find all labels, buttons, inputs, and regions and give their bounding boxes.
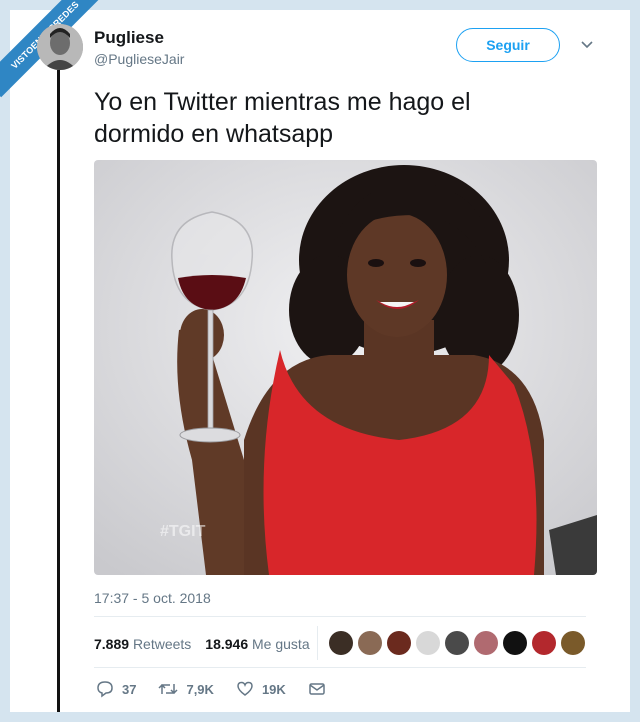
like-action-count: 19K: [261, 681, 286, 697]
like-button[interactable]: 19K: [236, 680, 286, 698]
tweet-stats: 7.889 Retweets 18.946 Me gusta: [94, 636, 310, 652]
liker-avatar[interactable]: [358, 631, 382, 655]
divider: [94, 667, 586, 668]
likes-label: Me gusta: [252, 636, 310, 652]
heart-icon: [237, 681, 253, 696]
media-overlay-text: #TGIT: [160, 523, 206, 540]
follow-button[interactable]: Seguir: [456, 28, 560, 62]
author-name[interactable]: Pugliese: [94, 28, 164, 48]
likes-count: 18.946: [205, 636, 249, 652]
tweet-timestamp[interactable]: 17:37 - 5 oct. 2018: [94, 590, 211, 606]
retweet-label: Retweets: [132, 636, 192, 652]
chevron-down-icon[interactable]: [580, 38, 594, 52]
liker-avatar[interactable]: [329, 631, 353, 655]
avatar[interactable]: [37, 24, 83, 70]
left-border: [57, 10, 60, 712]
divider: [317, 626, 318, 660]
retweet-count: 7.889: [94, 636, 130, 652]
retweet-button[interactable]: 7,9K: [158, 680, 214, 698]
liker-avatar[interactable]: [416, 631, 440, 655]
author-handle[interactable]: @PuglieseJair: [94, 51, 184, 67]
tweet-text-line-2: dormido en whatsapp: [94, 120, 334, 148]
tweet-media[interactable]: #TGIT: [94, 160, 597, 575]
envelope-icon: [309, 683, 325, 695]
retweet-icon: [158, 683, 178, 695]
liker-avatar[interactable]: [387, 631, 411, 655]
liker-avatar[interactable]: [445, 631, 469, 655]
retweet-action-count: 7,9K: [186, 681, 214, 697]
reply-button[interactable]: 37: [96, 680, 136, 698]
liker-avatars[interactable]: [329, 631, 585, 655]
divider: [94, 616, 586, 617]
tweet-text-line-1: Yo en Twitter mientras me hago el: [94, 88, 471, 116]
reply-count: 37: [122, 681, 137, 697]
tweet-actions: 37 7,9K 19K: [96, 680, 348, 698]
liker-avatar[interactable]: [474, 631, 498, 655]
avatar-image: [37, 24, 83, 70]
liker-avatar[interactable]: [503, 631, 527, 655]
reply-icon: [97, 681, 113, 698]
message-button[interactable]: [308, 680, 326, 698]
liker-avatar[interactable]: [532, 631, 556, 655]
media-image: #TGIT: [94, 160, 597, 575]
tweet-text: Yo en Twitter mientras me hago el dormid…: [94, 86, 594, 150]
retweet-stat[interactable]: 7.889 Retweets: [94, 636, 191, 652]
liker-avatar[interactable]: [561, 631, 585, 655]
likes-stat[interactable]: 18.946 Me gusta: [205, 636, 309, 652]
